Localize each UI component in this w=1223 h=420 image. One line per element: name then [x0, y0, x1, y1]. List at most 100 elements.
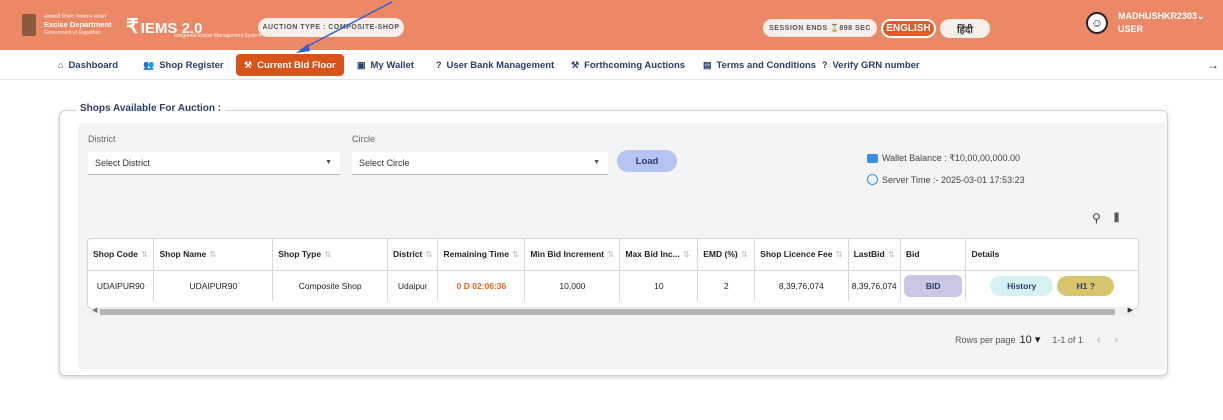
col-shop-code[interactable]: Shop Code ⇅ — [88, 239, 155, 271]
col-remaining-time[interactable]: Remaining Time ⇅ — [437, 239, 526, 271]
circle-select-value: Select Circle — [359, 158, 410, 168]
col-label: Details — [971, 249, 1000, 260]
dept-name: Excise Department — [44, 20, 112, 29]
col-district[interactable]: District ⇅ — [387, 239, 439, 271]
language-hindi-button[interactable]: हिंदी — [940, 19, 990, 38]
cell-min-bid-increment: 10,000 — [524, 270, 621, 301]
col-shop-type[interactable]: Shop Type ⇅ — [272, 239, 389, 271]
col-shop-name[interactable]: Shop Name ⇅ — [153, 239, 274, 271]
sort-icon: ⇅ — [209, 248, 217, 259]
columns-icon[interactable]: ⫴ — [1114, 211, 1119, 226]
document-icon: ▤ — [703, 59, 712, 70]
cell-remaining-time: 0 D 02:06:36 — [437, 270, 526, 301]
cell-licence-fee: 8,39,76,074 — [754, 270, 849, 301]
cell-shop-code: UDAIPUR90 — [88, 270, 155, 301]
col-details: Details — [965, 239, 1138, 271]
auction-type-badge: AUCTION TYPE : COMPOSITE-SHOP — [258, 18, 404, 37]
rows-per-page-select[interactable]: 10 ▾ — [1020, 333, 1041, 346]
search-icon[interactable]: ⚲ — [1092, 211, 1101, 225]
col-emd[interactable]: EMD (%) ⇅ — [697, 239, 756, 271]
wallet-balance: Wallet Balance : ₹10,00,00,000.00 — [867, 153, 1020, 164]
language-english-button[interactable]: ENGLISH — [881, 19, 936, 38]
next-page-icon[interactable]: › — [1115, 334, 1119, 346]
cell-shop-type: Composite Shop — [272, 270, 389, 301]
server-time-text: Server Time :- 2025-03-01 17:53:23 — [882, 174, 1025, 185]
shops-table: Shop Code ⇅ Shop Name ⇅ Shop Type ⇅ Distric… — [88, 239, 1138, 301]
cell-max-bid-inc: 10 — [619, 270, 699, 301]
col-min-bid-increment[interactable]: Min Bid Increment ⇅ — [524, 239, 621, 271]
nav-user-bank-management[interactable]: ? User Bank Management — [436, 54, 554, 76]
user-avatar-icon[interactable]: ☺ — [1086, 12, 1108, 34]
prev-page-icon[interactable]: ‹ — [1097, 334, 1101, 346]
sort-icon: ⇅ — [511, 248, 520, 259]
col-label: Bid — [905, 249, 920, 260]
nav-dashboard[interactable]: ⌂ Dashboard — [58, 54, 118, 76]
nav-my-wallet[interactable]: ▣ My Wallet — [357, 54, 414, 76]
session-timer-badge: SESSION ENDS ⌛898 SEC — [763, 19, 877, 37]
scroll-thumb[interactable] — [100, 309, 1115, 315]
load-button[interactable]: Load — [617, 150, 677, 172]
district-label: District — [88, 134, 116, 144]
page-range: 1-1 of 1 — [1052, 334, 1083, 345]
nav-current-bid-floor[interactable]: ⚒ Current Bid Floor — [236, 54, 344, 76]
rupee-logo-icon: ₹ — [126, 16, 139, 38]
cell-shop-name: UDAIPUR90 — [153, 270, 274, 301]
sort-icon: ⇅ — [140, 248, 148, 259]
col-label: Remaining Time — [443, 248, 509, 259]
clock-icon — [867, 174, 878, 185]
nav-label: User Bank Management — [446, 59, 555, 71]
sort-icon: ⇅ — [682, 248, 690, 259]
user-name-menu[interactable]: MADHUSHKR2303⌄ — [1118, 11, 1205, 22]
app-subtitle: Integrated Excise Management System — [174, 33, 262, 39]
wallet-icon: ▣ — [357, 59, 366, 70]
arrow-right-icon[interactable]: → — [1207, 58, 1219, 72]
nav-terms-and-conditions[interactable]: ▤ Terms and Conditions — [703, 54, 816, 76]
server-time: Server Time :- 2025-03-01 17:53:23 — [867, 174, 1025, 185]
scroll-left-icon[interactable]: ◀ — [92, 306, 97, 314]
gavel-icon: ⚒ — [244, 59, 253, 70]
bid-button[interactable]: BID — [904, 274, 963, 297]
top-header: आबकारी विभाग, राजस्थान सरकार Excise Depa… — [0, 0, 1223, 50]
nav-verify-grn[interactable]: ? Verify GRN number — [822, 54, 920, 76]
district-select[interactable]: Select District ▼ — [88, 152, 340, 175]
nav-forthcoming-auctions[interactable]: ⚒ Forthcoming Auctions — [571, 54, 685, 76]
nav-label: Dashboard — [68, 59, 119, 71]
help-icon: ? — [436, 60, 442, 70]
rows-per-page-value: 10 — [1019, 334, 1032, 346]
wallet-balance-text: Wallet Balance : ₹10,00,00,000.00 — [882, 153, 1020, 163]
chevron-down-icon: ▼ — [325, 159, 332, 166]
sort-icon: ⇅ — [740, 248, 748, 259]
scroll-right-icon[interactable]: ▶ — [1128, 306, 1133, 314]
history-button[interactable]: History — [990, 275, 1054, 296]
sort-icon: ⇅ — [835, 248, 843, 259]
col-label: Shop Licence Fee — [760, 248, 833, 259]
col-label: LastBid — [853, 248, 885, 259]
col-bid: Bid — [900, 239, 967, 271]
users-icon: 👥 — [143, 59, 155, 70]
col-label: Max Bid Inc... — [625, 248, 680, 259]
col-label: Shop Name — [159, 248, 207, 259]
nav-shop-register[interactable]: 👥 Shop Register — [143, 54, 224, 76]
pagination: Rows per page 10 ▾ 1-1 of 1 ‹ › — [955, 333, 1119, 347]
nav-label: Forthcoming Auctions — [584, 59, 686, 71]
horizontal-scrollbar[interactable]: ◀ ▶ — [90, 307, 1135, 316]
section-title: Shops Available For Auction : — [76, 103, 226, 114]
user-name: MADHUSHKR2303 — [1118, 11, 1198, 21]
circle-select[interactable]: Select Circle ▼ — [352, 152, 608, 175]
gavel-icon: ⚒ — [571, 59, 580, 70]
cell-bid: BID — [900, 270, 967, 301]
sort-icon: ⇅ — [887, 248, 895, 259]
user-role: USER — [1118, 24, 1144, 34]
auction-table: Shop Code ⇅ Shop Name ⇅ Shop Type ⇅ Distric… — [87, 238, 1139, 309]
col-last-bid[interactable]: LastBid ⇅ — [848, 239, 901, 271]
district-select-value: Select District — [95, 158, 151, 168]
department-branding: आबकारी विभाग, राजस्थान सरकार Excise Depa… — [44, 13, 112, 37]
col-label: Shop Type — [278, 248, 322, 259]
home-icon: ⌂ — [58, 60, 64, 70]
col-shop-licence-fee[interactable]: Shop Licence Fee ⇅ — [754, 239, 849, 271]
dept-line-govt: Government of Rajasthan — [44, 30, 101, 36]
wallet-icon — [867, 154, 878, 163]
h1-button[interactable]: H1 ? — [1057, 275, 1115, 296]
col-max-bid-inc[interactable]: Max Bid Inc... ⇅ — [619, 239, 699, 271]
cell-emd: 2 — [697, 270, 756, 301]
